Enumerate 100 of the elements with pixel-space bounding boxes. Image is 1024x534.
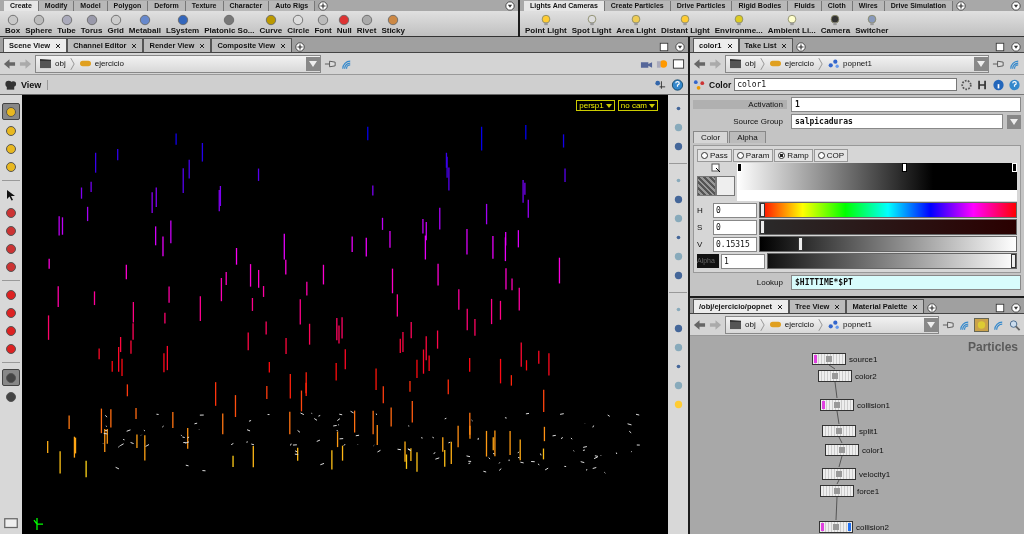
maximize-icon[interactable]	[659, 42, 669, 52]
path-crumb[interactable]: ejercicio	[768, 58, 815, 69]
network-node[interactable]	[820, 399, 854, 411]
tool-icon[interactable]	[672, 323, 684, 334]
close-icon[interactable]	[199, 42, 206, 49]
color-slider[interactable]	[759, 202, 1017, 218]
dropdown-button[interactable]	[306, 56, 320, 71]
close-icon[interactable]	[912, 303, 919, 310]
color-slider[interactable]	[759, 236, 1017, 252]
close-icon[interactable]	[726, 42, 733, 49]
shelf-tool-button[interactable]: Area Light	[614, 13, 658, 36]
path-crumb[interactable]: popnet1	[827, 319, 872, 330]
help-icon[interactable]	[671, 78, 684, 91]
close-icon[interactable]	[781, 42, 788, 49]
shelf-tool-button[interactable]: Circle	[285, 13, 312, 36]
back-arrow-icon[interactable]	[3, 57, 16, 70]
network-node[interactable]	[819, 521, 853, 533]
shelf-tool-button[interactable]: Grid	[105, 13, 126, 36]
maximize-icon[interactable]	[995, 42, 1005, 52]
pointer-icon[interactable]	[711, 163, 721, 173]
shelf-tool-button[interactable]: Switcher	[853, 13, 891, 36]
menu-icon[interactable]	[1011, 42, 1021, 52]
slider-handle[interactable]	[760, 220, 765, 234]
add-tab-icon[interactable]	[796, 42, 807, 52]
value-field[interactable]: 1	[721, 253, 765, 269]
tool-icon[interactable]	[672, 141, 684, 152]
path-crumb[interactable]: ejercicio	[78, 58, 125, 69]
menu-icon[interactable]	[505, 1, 515, 11]
back-arrow-icon[interactable]	[693, 318, 706, 331]
path-field[interactable]: obj ejercicio popnet1	[725, 315, 939, 334]
value-field[interactable]: 0	[713, 219, 757, 235]
folder-tab[interactable]: Alpha	[729, 131, 766, 143]
add-tab-icon[interactable]	[318, 1, 329, 11]
close-icon[interactable]	[131, 42, 138, 49]
value-field[interactable]: 1	[791, 97, 1021, 112]
shelf-tool-button[interactable]: Font	[312, 13, 334, 36]
slider-handle[interactable]	[760, 203, 765, 217]
color-swatch[interactable]	[716, 176, 735, 196]
path-crumb[interactable]: obj	[729, 58, 756, 69]
shelf-tool-button[interactable]: Sphere	[23, 13, 55, 36]
info-icon[interactable]	[992, 78, 1005, 91]
path-crumb[interactable]: popnet1	[827, 58, 872, 69]
radio-button[interactable]: Pass	[697, 149, 732, 162]
shelf-tool-button[interactable]: Camera	[818, 13, 853, 36]
shelf-tool-button[interactable]: Rivet	[354, 13, 379, 36]
menu-icon[interactable]	[1011, 1, 1021, 11]
slider-handle[interactable]	[1011, 254, 1016, 268]
path-field[interactable]: obj ejercicio popnet1	[725, 54, 989, 73]
search-icon[interactable]	[1008, 318, 1021, 331]
tool-icon[interactable]	[672, 270, 684, 281]
shelf-tool-button[interactable]: Box	[3, 13, 23, 36]
expression-field[interactable]: $HITTIME*$PT	[791, 275, 1021, 290]
add-tab-icon[interactable]	[927, 303, 938, 313]
group-field[interactable]: salpicaduras	[791, 114, 1003, 129]
close-icon[interactable]	[776, 303, 783, 310]
network-node[interactable]	[812, 353, 846, 365]
tool-icon[interactable]	[672, 194, 684, 205]
menu-icon[interactable]	[1011, 303, 1021, 313]
shelf-tool-button[interactable]: Distant Light	[658, 13, 712, 36]
add-tab-icon[interactable]	[955, 1, 966, 11]
network-node[interactable]	[818, 370, 852, 382]
maximize-icon[interactable]	[995, 303, 1005, 313]
snap-icon[interactable]	[654, 78, 667, 91]
close-icon[interactable]	[280, 42, 287, 49]
shelf-tool-button[interactable]: Environme...	[712, 13, 765, 36]
ramp-gradient[interactable]	[737, 163, 1017, 190]
folder-tab[interactable]: Color	[693, 131, 729, 143]
ramp-key-handle[interactable]	[902, 163, 907, 172]
camera-menu[interactable]: persp1	[576, 100, 615, 111]
display-options-icon[interactable]	[3, 515, 19, 530]
gear-icon[interactable]	[960, 78, 973, 91]
radio-button[interactable]: Ramp	[774, 149, 813, 162]
help-icon[interactable]	[1008, 78, 1021, 91]
dropdown-button[interactable]	[924, 317, 938, 332]
window-icon[interactable]	[672, 57, 685, 70]
network-node[interactable]	[825, 444, 859, 456]
path-field[interactable]: obj ejercicio	[35, 54, 321, 73]
network-node[interactable]	[822, 425, 856, 437]
network-node[interactable]	[820, 485, 854, 497]
shelf-tool-button[interactable]: LSystem	[163, 13, 202, 36]
h-letter-icon[interactable]	[976, 78, 989, 91]
shelf-tool-button[interactable]: Metaball	[126, 13, 163, 36]
dropdown-button[interactable]	[974, 56, 988, 71]
camera-menu[interactable]: no cam	[617, 100, 658, 111]
menu-icon[interactable]	[675, 42, 685, 52]
back-arrow-icon[interactable]	[693, 57, 706, 70]
dropdown-button[interactable]	[1007, 114, 1021, 129]
shelf-tool-button[interactable]: Sticky	[379, 13, 407, 36]
node-name-field[interactable]: color1	[734, 78, 957, 91]
shelf-tool-button[interactable]: Point Light	[523, 13, 569, 36]
viewport[interactable]: persp1 no cam	[22, 95, 668, 534]
shelf-tool-button[interactable]: Platonic So...	[202, 13, 257, 36]
add-tab-icon[interactable]	[295, 42, 306, 52]
checker-swatch[interactable]	[697, 176, 716, 196]
shelf-tool-button[interactable]: Spot Light	[569, 13, 614, 36]
radio-button[interactable]: COP	[813, 149, 849, 162]
close-icon[interactable]	[55, 42, 62, 49]
radio-button[interactable]: Param	[732, 149, 774, 162]
path-crumb[interactable]: obj	[39, 58, 66, 69]
shelf-tool-button[interactable]: Null	[334, 13, 354, 36]
